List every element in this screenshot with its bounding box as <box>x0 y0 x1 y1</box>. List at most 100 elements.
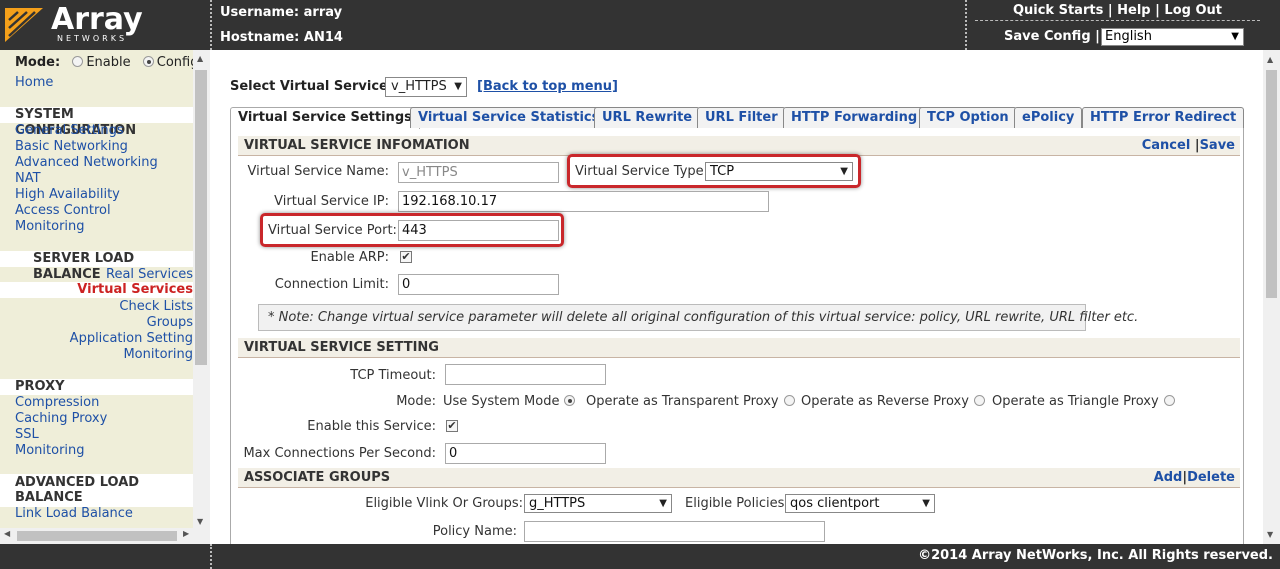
sidebar-item-monitoring[interactable]: Monitoring <box>15 219 85 234</box>
mode-option-transparent[interactable]: Operate as Transparent Proxy <box>586 394 795 409</box>
sidebar-item-nat[interactable]: NAT <box>15 171 41 186</box>
help-link[interactable]: Help <box>1117 3 1150 18</box>
section-title: VIRTUAL SERVICE SETTING <box>244 340 439 355</box>
copyright-text: ©2014 Array NetWorks, Inc. All Rights re… <box>918 548 1273 563</box>
scroll-left-icon[interactable]: ◀ <box>4 529 10 538</box>
sidebar-item-ssl[interactable]: SSL <box>15 427 39 442</box>
tab-http-error-redirect[interactable]: HTTP Error Redirect <box>1082 107 1245 128</box>
section-virtual-service-setting: VIRTUAL SERVICE SETTING <box>238 338 1240 358</box>
sidebar-item-access-control[interactable]: Access Control <box>15 203 111 218</box>
language-value: English <box>1105 29 1152 44</box>
eligible-groups-value: g_HTTPS <box>529 496 586 511</box>
policy-name-label: Policy Name: <box>432 524 517 539</box>
sidebar-item-caching-proxy[interactable]: Caching Proxy <box>15 411 107 426</box>
mode-option-system-label: Use System Mode <box>443 394 560 409</box>
tab-virtual-service-settings[interactable]: Virtual Service Settings <box>230 107 420 129</box>
main-vertical-scrollbar[interactable]: ▲ ▼ <box>1263 50 1280 544</box>
top-header: Array NETWORKS Username: array Hostname:… <box>0 0 1280 50</box>
tab-tcp-option[interactable]: TCP Option <box>919 107 1017 128</box>
sidebar-item-link-load-balance[interactable]: Link Load Balance <box>15 506 133 521</box>
scroll-up-icon[interactable]: ▲ <box>197 54 203 63</box>
mode-option-triangle-radio[interactable] <box>1163 395 1175 406</box>
tab-url-filter[interactable]: URL Filter <box>697 107 786 128</box>
eligible-policies-select[interactable]: qos clientport ▼ <box>785 494 935 513</box>
scroll-right-icon[interactable]: ▶ <box>183 529 189 538</box>
virtual-service-name-label: Virtual Service Name: <box>247 164 389 179</box>
sidebar-section-system-configuration: SYSTEM CONFIGURATION <box>0 107 193 138</box>
tcp-timeout-label: TCP Timeout: <box>350 368 436 383</box>
cancel-link[interactable]: Cancel <box>1142 138 1191 153</box>
mode-option-reverse-radio[interactable] <box>973 395 985 406</box>
sidebar-item-virtual-services[interactable]: Virtual Services <box>0 282 193 298</box>
save-link[interactable]: Save <box>1200 138 1235 153</box>
sidebar-item-compression[interactable]: Compression <box>15 395 99 410</box>
sidebar-section-proxy: PROXY <box>0 379 193 395</box>
max-connections-label: Max Connections Per Second: <box>243 446 436 461</box>
sidebar-item-general-settings[interactable]: General Settings <box>15 123 124 138</box>
sidebar-item-real-services[interactable]: Real Services <box>106 267 193 282</box>
virtual-service-ip-input[interactable]: 192.168.10.17 <box>398 191 769 212</box>
connection-limit-input[interactable]: 0 <box>398 274 559 295</box>
mode-option-triangle[interactable]: Operate as Triangle Proxy <box>992 394 1175 409</box>
sidebar-item-check-lists[interactable]: Check Lists <box>119 299 193 314</box>
sidebar-item-advanced-networking[interactable]: Advanced Networking <box>15 155 158 170</box>
mode-enable-radio[interactable] <box>72 56 84 67</box>
tab-epolicy[interactable]: ePolicy <box>1014 107 1083 128</box>
sidebar-section-advanced-load-balance-label: ADVANCED LOAD BALANCE <box>15 475 140 505</box>
sidebar-section-advanced-load-balance: ADVANCED LOAD BALANCE <box>0 474 193 507</box>
sidebar-item-basic-networking[interactable]: Basic Networking <box>15 139 128 154</box>
eligible-groups-label: Eligible Vlink Or Groups: <box>365 496 523 511</box>
mode-option-reverse[interactable]: Operate as Reverse Proxy <box>801 394 985 409</box>
tab-virtual-service-statistics[interactable]: Virtual Service Statistics <box>410 107 608 128</box>
tab-http-forwarding[interactable]: HTTP Forwarding <box>783 107 926 128</box>
header-dashed-line <box>975 20 1260 21</box>
sidebar-item-groups[interactable]: Groups <box>147 315 193 330</box>
mode-config-radio[interactable] <box>142 56 154 67</box>
sidebar-vertical-scrollbar[interactable]: ▲ ▼ <box>193 50 210 528</box>
mode-option-system-radio[interactable] <box>564 395 576 406</box>
sidebar-item-home[interactable]: Home <box>15 75 53 90</box>
tab-url-rewrite[interactable]: URL Rewrite <box>594 107 701 128</box>
enable-service-checkbox[interactable]: ✔ <box>446 420 458 432</box>
sidebar-scroll-thumb[interactable] <box>195 70 207 365</box>
top-links: Quick Starts | Help | Log Out <box>1012 3 1222 18</box>
sidebar-horizontal-scrollbar[interactable]: ◀ ▶ <box>0 528 210 544</box>
virtual-service-ip-label: Virtual Service IP: <box>274 194 389 209</box>
sidebar-item-proxy-monitoring[interactable]: Monitoring <box>15 443 85 458</box>
mode-option-system[interactable]: Use System Mode <box>443 394 576 409</box>
sidebar: Mode: Enable Config Home SYSTEM CONFIGUR… <box>0 50 210 544</box>
sidebar-item-application-setting[interactable]: Application Setting <box>70 331 193 346</box>
quick-starts-link[interactable]: Quick Starts <box>1013 3 1103 18</box>
eligible-groups-select[interactable]: g_HTTPS ▼ <box>524 494 672 513</box>
connection-limit-label: Connection Limit: <box>274 277 389 292</box>
sidebar-item-slb-monitoring[interactable]: Monitoring <box>123 347 193 362</box>
sidebar-item-high-availability[interactable]: High Availability <box>15 187 120 202</box>
section-title: VIRTUAL SERVICE INFOMATION <box>244 138 470 153</box>
enable-arp-checkbox[interactable]: ✔ <box>400 251 412 263</box>
logout-link[interactable]: Log Out <box>1164 3 1222 18</box>
section-actions: Cancel |Save <box>1141 138 1235 153</box>
sidebar-item-virtual-services-label: Virtual Services <box>77 282 193 297</box>
mode-config-label: Config <box>156 55 193 70</box>
max-connections-input[interactable]: 0 <box>445 443 606 464</box>
sidebar-hscroll-thumb[interactable] <box>17 531 177 541</box>
scroll-down-icon[interactable]: ▼ <box>197 517 203 526</box>
configuration-note: * Note: Change virtual service parameter… <box>258 304 1138 331</box>
tcp-timeout-input[interactable] <box>445 364 606 385</box>
delete-link[interactable]: Delete <box>1187 470 1235 485</box>
back-to-top-menu-link[interactable]: [Back to top menu] <box>477 79 618 94</box>
virtual-service-select[interactable]: v_HTTPS ▼ <box>385 77 467 97</box>
add-link[interactable]: Add <box>1154 470 1183 485</box>
highlight-service-port <box>260 213 564 247</box>
scroll-up-icon[interactable]: ▲ <box>1267 55 1273 64</box>
highlight-service-type <box>567 154 861 188</box>
section-title: ASSOCIATE GROUPS <box>244 470 391 485</box>
language-select[interactable]: English ▼ <box>1101 28 1244 46</box>
mode-option-transparent-radio[interactable] <box>783 395 795 406</box>
main-scroll-thumb[interactable] <box>1266 70 1277 298</box>
sidebar-section-server-load-balance: SERVER LOAD BALANCE <box>0 251 193 282</box>
policy-name-input[interactable] <box>524 521 825 542</box>
section-virtual-service-information: VIRTUAL SERVICE INFOMATION Cancel |Save <box>238 136 1240 156</box>
save-config-link[interactable]: Save Config <box>1004 29 1091 44</box>
scroll-down-icon[interactable]: ▼ <box>1267 530 1273 539</box>
